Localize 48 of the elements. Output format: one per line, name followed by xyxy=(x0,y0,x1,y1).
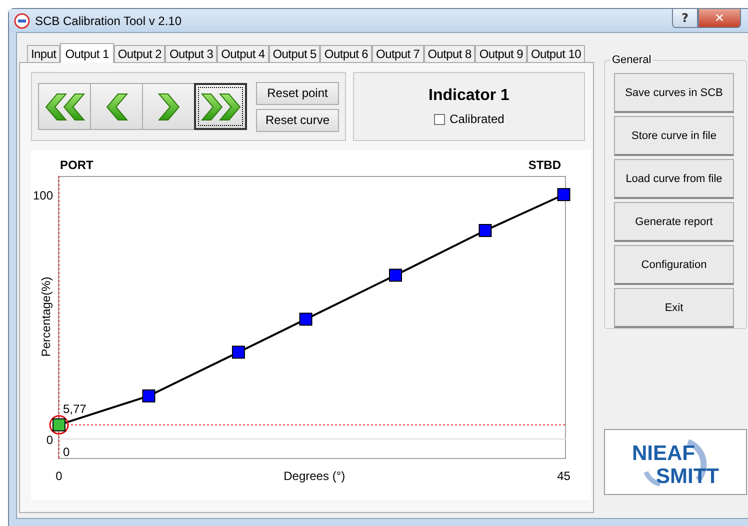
y-axis-title: Percentage(%) xyxy=(39,276,53,357)
value-readout: 0 xyxy=(63,445,70,459)
group-title: General xyxy=(611,54,652,66)
window-title: SCB Calibration Tool v 2.10 xyxy=(35,14,182,28)
action-button[interactable]: Exit xyxy=(614,288,734,328)
tab[interactable]: Output 9 xyxy=(475,45,527,62)
right-chevron-icon xyxy=(156,92,180,122)
data-point[interactable] xyxy=(142,389,156,402)
help-button[interactable]: ? xyxy=(672,9,698,28)
action-button[interactable]: Configuration xyxy=(614,245,734,285)
stbd-label: STBD xyxy=(528,158,561,172)
navigation-button[interactable] xyxy=(194,83,247,130)
left-chevron-icon xyxy=(104,92,128,122)
reset-button[interactable]: Reset curve xyxy=(256,108,339,132)
action-button[interactable]: Save curves in SCB xyxy=(614,73,734,113)
x-axis-title: Degrees (°) xyxy=(284,469,346,483)
action-button[interactable]: Store curve in file xyxy=(614,116,734,156)
double-right-chevron-icon xyxy=(200,92,242,122)
tab[interactable]: Output 8 xyxy=(424,45,476,62)
data-point[interactable] xyxy=(232,346,245,359)
data-point[interactable] xyxy=(389,268,402,282)
x-tick-label: 45 xyxy=(557,469,570,483)
value-readout: 5,77 xyxy=(63,402,86,416)
tab[interactable]: Output 7 xyxy=(372,45,424,62)
checkbox-label: Calibrated xyxy=(450,112,504,126)
port-label: PORT xyxy=(60,158,94,172)
tab[interactable]: Output 1 xyxy=(60,43,114,63)
reset-button[interactable]: Reset point xyxy=(256,82,339,104)
action-button[interactable]: Load curve from file xyxy=(614,159,734,199)
tab[interactable]: Input xyxy=(27,45,60,62)
y-tick-label: 100 xyxy=(32,188,53,203)
tab[interactable]: Output 2 xyxy=(114,45,166,62)
tab[interactable]: Output 6 xyxy=(320,45,372,62)
selected-point-marker[interactable] xyxy=(49,415,69,435)
data-point[interactable] xyxy=(299,312,312,326)
tab[interactable]: Output 5 xyxy=(268,45,320,62)
indicator-title: Indicator 1 xyxy=(428,87,510,105)
tab[interactable]: Output 10 xyxy=(526,45,585,62)
action-button[interactable]: Generate report xyxy=(614,202,734,242)
tab[interactable]: Output 3 xyxy=(165,45,218,62)
app-icon xyxy=(14,12,30,28)
company-logo: NIEAF SMITT xyxy=(626,436,726,488)
tab[interactable]: Output 4 xyxy=(217,45,269,62)
y-tick-label: 0 xyxy=(46,432,53,447)
checkbox[interactable] xyxy=(434,114,445,124)
data-point[interactable] xyxy=(557,188,570,202)
x-tick-label: 0 xyxy=(56,469,62,483)
double-left-chevron-icon xyxy=(44,92,86,122)
